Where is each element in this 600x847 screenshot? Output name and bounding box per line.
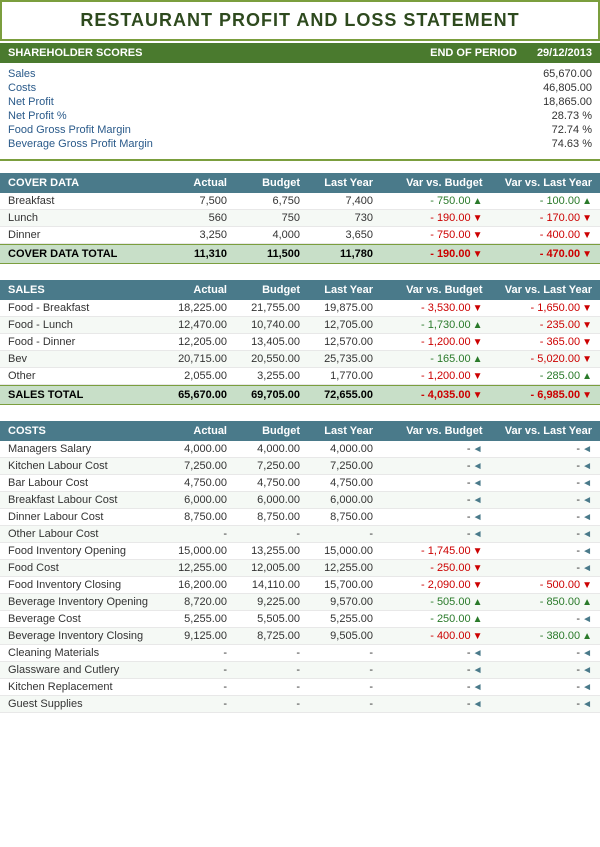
- table-row: Breakfast 7,500 6,750 7,400 - 750.00 ▲ -…: [0, 193, 600, 210]
- table-row: Other 2,055.00 3,255.00 1,770.00 - 1,200…: [0, 368, 600, 385]
- end-of-period-label: END OF PERIOD: [430, 47, 517, 59]
- total-row: COVER DATA TOTAL 11,310 11,500 11,780 - …: [0, 244, 600, 264]
- table-row: Food Inventory Opening 15,000.00 13,255.…: [0, 543, 600, 560]
- table-row: Other Labour Cost - - - - ◄ - ◄: [0, 526, 600, 543]
- table-row: Kitchen Replacement - - - - ◄ - ◄: [0, 679, 600, 696]
- table-row: Beverage Inventory Closing 9,125.00 8,72…: [0, 628, 600, 645]
- table-row: Beverage Cost 5,255.00 5,505.00 5,255.00…: [0, 611, 600, 628]
- summary-row: Net Profit %28.73 %: [8, 109, 592, 123]
- table-row: Dinner Labour Cost 8,750.00 8,750.00 8,7…: [0, 509, 600, 526]
- table-row: Food - Dinner 12,205.00 13,405.00 12,570…: [0, 334, 600, 351]
- table-row: Food - Breakfast 18,225.00 21,755.00 19,…: [0, 300, 600, 317]
- table-row: Bar Labour Cost 4,750.00 4,750.00 4,750.…: [0, 475, 600, 492]
- table-row: Lunch 560 750 730 - 190.00 ▼ - 170.00 ▼: [0, 210, 600, 227]
- cover-data-header: COVER DATA Actual Budget Last Year Var v…: [0, 173, 600, 193]
- costs-header: COSTS Actual Budget Last Year Var vs. Bu…: [0, 421, 600, 441]
- table-row: Bev 20,715.00 20,550.00 25,735.00 - 165.…: [0, 351, 600, 368]
- summary-row: Food Gross Profit Margin72.74 %: [8, 123, 592, 137]
- period-date: 29/12/2013: [537, 47, 592, 59]
- summary-row: Costs46,805.00: [8, 81, 592, 95]
- summary-row: Sales65,670.00: [8, 67, 592, 81]
- table-row: Beverage Inventory Opening 8,720.00 9,22…: [0, 594, 600, 611]
- shareholder-label: SHAREHOLDER SCORES: [8, 47, 142, 59]
- table-row: Glassware and Cutlery - - - - ◄ - ◄: [0, 662, 600, 679]
- main-title: RESTAURANT PROFIT AND LOSS STATEMENT: [0, 0, 600, 41]
- table-row: Managers Salary 4,000.00 4,000.00 4,000.…: [0, 441, 600, 458]
- table-row: Food Cost 12,255.00 12,005.00 12,255.00 …: [0, 560, 600, 577]
- summary-row: Net Profit18,865.00: [8, 95, 592, 109]
- summary-section: Sales65,670.00Costs46,805.00Net Profit18…: [0, 63, 600, 161]
- table-row: Kitchen Labour Cost 7,250.00 7,250.00 7,…: [0, 458, 600, 475]
- total-row: SALES TOTAL 65,670.00 69,705.00 72,655.0…: [0, 385, 600, 405]
- table-row: Food - Lunch 12,470.00 10,740.00 12,705.…: [0, 317, 600, 334]
- table-row: Cleaning Materials - - - - ◄ - ◄: [0, 645, 600, 662]
- table-row: Dinner 3,250 4,000 3,650 - 750.00 ▼ - 40…: [0, 227, 600, 244]
- summary-row: Beverage Gross Profit Margin74.63 %: [8, 137, 592, 151]
- sales-header: SALES Actual Budget Last Year Var vs. Bu…: [0, 280, 600, 300]
- shareholder-header: SHAREHOLDER SCORES END OF PERIOD 29/12/2…: [0, 43, 600, 63]
- table-row: Guest Supplies - - - - ◄ - ◄: [0, 696, 600, 713]
- table-row: Food Inventory Closing 16,200.00 14,110.…: [0, 577, 600, 594]
- table-row: Breakfast Labour Cost 6,000.00 6,000.00 …: [0, 492, 600, 509]
